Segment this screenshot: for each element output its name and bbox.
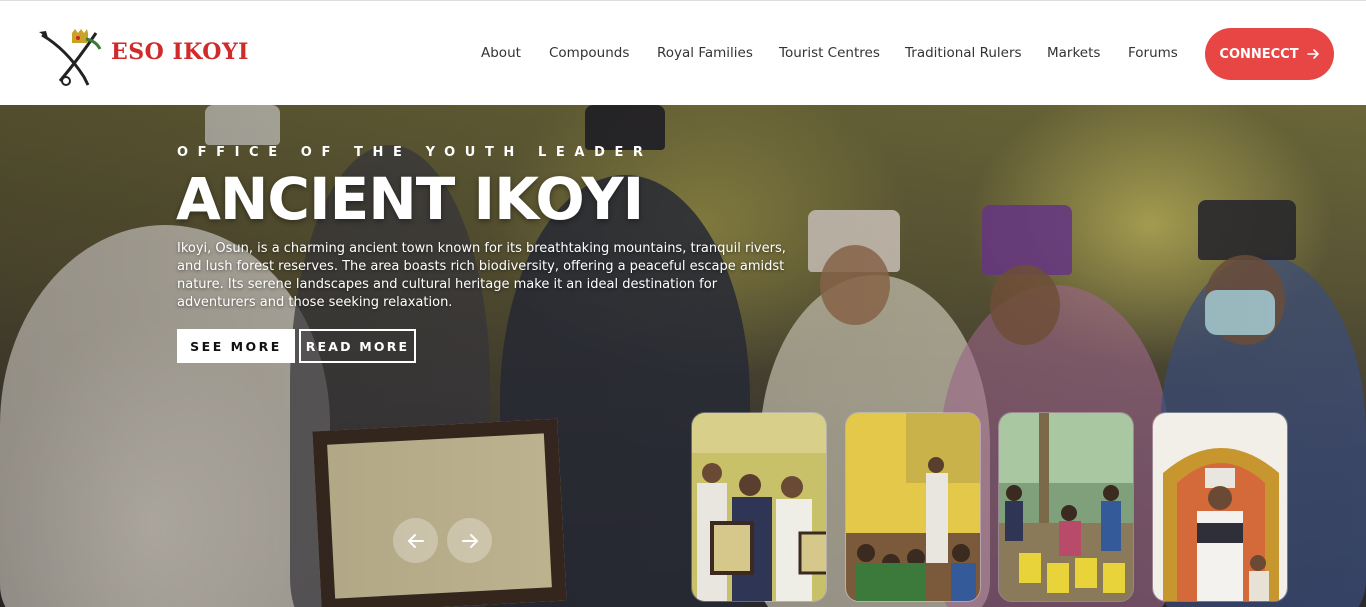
nav-item-markets[interactable]: Markets (1047, 45, 1100, 61)
slide-thumbnail-water-distribution[interactable] (998, 412, 1134, 602)
arrow-right-icon (1306, 49, 1319, 59)
slide-thumbnail-classroom-visit[interactable] (845, 412, 981, 602)
slide-thumbnail-royal-throne[interactable] (1152, 412, 1288, 602)
connect-button[interactable]: CONNECCT (1205, 28, 1334, 80)
nav-item-about[interactable]: About (481, 45, 521, 61)
site-header: ESO IKOYI About Compounds Royal Families… (0, 0, 1366, 105)
nav-item-compounds[interactable]: Compounds (549, 45, 629, 61)
nav-item-tourist-centres[interactable]: Tourist Centres (779, 45, 880, 61)
slide-thumbnail-award-presentation[interactable] (691, 412, 827, 602)
read-more-button[interactable]: READ MORE (299, 329, 416, 363)
arrow-right-icon (461, 533, 478, 548)
slider-prev-button[interactable] (393, 518, 438, 563)
nav-item-forums[interactable]: Forums (1128, 45, 1178, 61)
brand-name: ESO IKOYI (111, 39, 249, 65)
hero-banner: OFFICE OF THE YOUTH LEADER ANCIENT IKOYI… (0, 105, 1366, 607)
nav-item-royal-families[interactable]: Royal Families (657, 45, 753, 61)
hero-description: Ikoyi, Osun, is a charming ancient town … (177, 241, 786, 310)
nav-item-traditional-rulers[interactable]: Traditional Rulers (905, 45, 1022, 61)
see-more-button[interactable]: SEE MORE (177, 329, 295, 363)
classroom-visit-photo (846, 413, 980, 601)
hero-title: ANCIENT IKOYI (176, 165, 644, 233)
connect-button-label: CONNECCT (1219, 46, 1299, 62)
crossed-swords-crown-logo-icon (39, 29, 102, 86)
royal-throne-photo (1153, 413, 1287, 601)
arrow-left-icon (407, 533, 424, 548)
slider-next-button[interactable] (447, 518, 492, 563)
site-logo[interactable]: ESO IKOYI (36, 29, 256, 91)
water-distribution-photo (999, 413, 1133, 601)
hero-eyebrow: OFFICE OF THE YOUTH LEADER (177, 145, 653, 160)
award-presentation-photo (692, 413, 826, 601)
